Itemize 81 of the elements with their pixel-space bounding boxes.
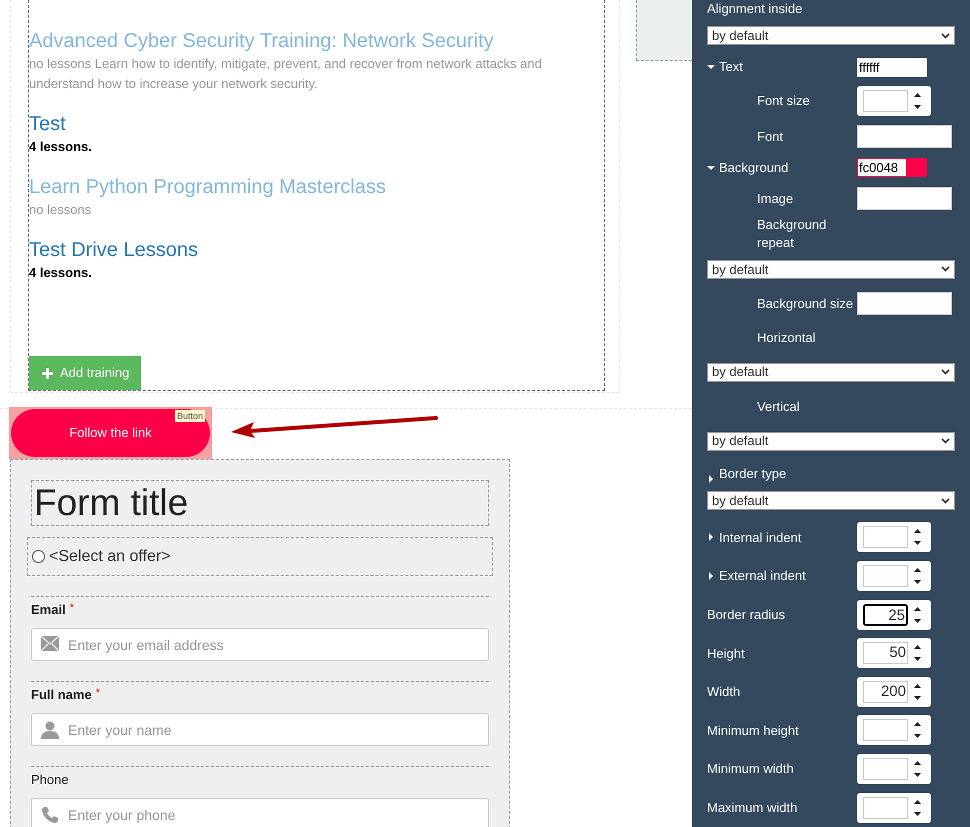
spinner-arrows-icon[interactable] xyxy=(914,682,921,701)
spinner-arrows-icon[interactable] xyxy=(914,567,921,586)
training-title[interactable]: Test Drive Lessons xyxy=(29,237,604,263)
caret-down-icon[interactable] xyxy=(707,164,715,172)
chevron-down-icon xyxy=(941,266,950,272)
chevron-down-icon xyxy=(941,369,950,376)
number-input[interactable]: 25 xyxy=(857,600,931,630)
property-label: Vertical xyxy=(757,398,800,416)
section-label[interactable]: Border type xyxy=(719,464,786,484)
field-label: Email xyxy=(31,601,66,619)
field-label: Full name xyxy=(31,686,92,704)
spinner-arrows-icon[interactable] xyxy=(914,606,921,624)
input-field[interactable]: Enter your name xyxy=(31,713,489,746)
training-lessons: no lessons Learn how to identify, mitigate, prevent, and recover from network attacks and understand how to increase your network security. xyxy=(29,55,543,93)
property-label: Alignment inside xyxy=(707,0,802,18)
property-label: Image xyxy=(757,191,794,206)
input-field[interactable]: Enter your phone xyxy=(31,798,489,827)
property-label: Background size xyxy=(757,296,854,312)
element-tag: Button xyxy=(174,410,205,422)
caret-right-icon[interactable] xyxy=(707,572,715,580)
spinner-arrows-icon[interactable] xyxy=(914,528,921,546)
property-label: Border radius xyxy=(707,606,786,624)
property-label: Minimum width xyxy=(707,760,794,778)
field-label: Phone xyxy=(31,771,69,789)
training-lessons: 4 lessons. xyxy=(29,138,93,156)
training-lessons: no lessons xyxy=(29,201,92,219)
property-label: Height xyxy=(707,644,745,663)
number-input[interactable] xyxy=(857,715,931,746)
offer-option[interactable]: <Select an offer> xyxy=(27,537,493,576)
number-input[interactable] xyxy=(857,86,931,116)
dropdown[interactable]: by default xyxy=(707,260,955,279)
training-title[interactable]: Test xyxy=(29,111,604,137)
dropdown[interactable]: by default xyxy=(707,432,955,451)
required-mark: * xyxy=(96,686,100,701)
envelope-icon xyxy=(41,636,59,651)
property-label: Horizontal xyxy=(757,328,816,347)
property-label: Width xyxy=(707,683,740,702)
number-input[interactable] xyxy=(857,522,931,552)
dropdown[interactable]: by default xyxy=(707,26,955,45)
chevron-down-icon xyxy=(941,32,950,38)
radio-button[interactable] xyxy=(32,550,45,563)
chevron-down-icon xyxy=(941,498,950,504)
training-lessons: 4 lessons. xyxy=(29,264,93,282)
number-input[interactable]: 50 xyxy=(857,638,931,668)
text-input[interactable] xyxy=(857,292,952,316)
text-input[interactable] xyxy=(857,187,952,210)
offer-label: <Select an offer> xyxy=(49,546,171,566)
caret-down-icon[interactable] xyxy=(707,63,715,72)
section-label[interactable]: Text xyxy=(719,57,743,77)
chevron-down-icon xyxy=(941,438,950,444)
placeholder-block xyxy=(636,0,692,61)
number-input[interactable] xyxy=(857,792,931,823)
property-label: Minimum height xyxy=(707,722,799,740)
dropdown[interactable]: by default xyxy=(707,362,955,382)
number-input[interactable] xyxy=(857,754,931,784)
spinner-arrows-icon[interactable] xyxy=(914,92,921,110)
property-label: Font xyxy=(757,129,784,144)
section-label[interactable]: External indent xyxy=(719,566,806,586)
person-icon xyxy=(41,721,59,739)
form-title: Form title xyxy=(34,481,188,525)
property-label: Background repeat xyxy=(757,216,828,252)
dropdown[interactable]: by default xyxy=(707,491,955,510)
property-label: Maximum width xyxy=(707,798,798,817)
section-label[interactable]: Background xyxy=(719,158,788,178)
input-field[interactable]: Enter your email address xyxy=(31,628,489,661)
caret-right-icon[interactable] xyxy=(707,475,715,484)
phone-icon xyxy=(41,806,59,824)
spinner-arrows-icon[interactable] xyxy=(914,644,921,662)
section-label[interactable]: Internal indent xyxy=(719,528,802,548)
spinner-arrows-icon[interactable] xyxy=(914,760,921,778)
required-mark: * xyxy=(70,601,74,616)
color-field[interactable]: ffffff xyxy=(857,58,927,77)
text-input[interactable] xyxy=(857,125,952,148)
caret-right-icon[interactable] xyxy=(707,533,715,542)
color-field[interactable]: fc0048 xyxy=(857,158,927,178)
number-input[interactable] xyxy=(857,561,931,592)
plus-icon xyxy=(41,366,54,380)
number-input[interactable]: 200 xyxy=(857,676,931,707)
spinner-arrows-icon[interactable] xyxy=(914,721,921,740)
spinner-arrows-icon[interactable] xyxy=(914,798,921,817)
property-label: Font size xyxy=(757,92,810,110)
